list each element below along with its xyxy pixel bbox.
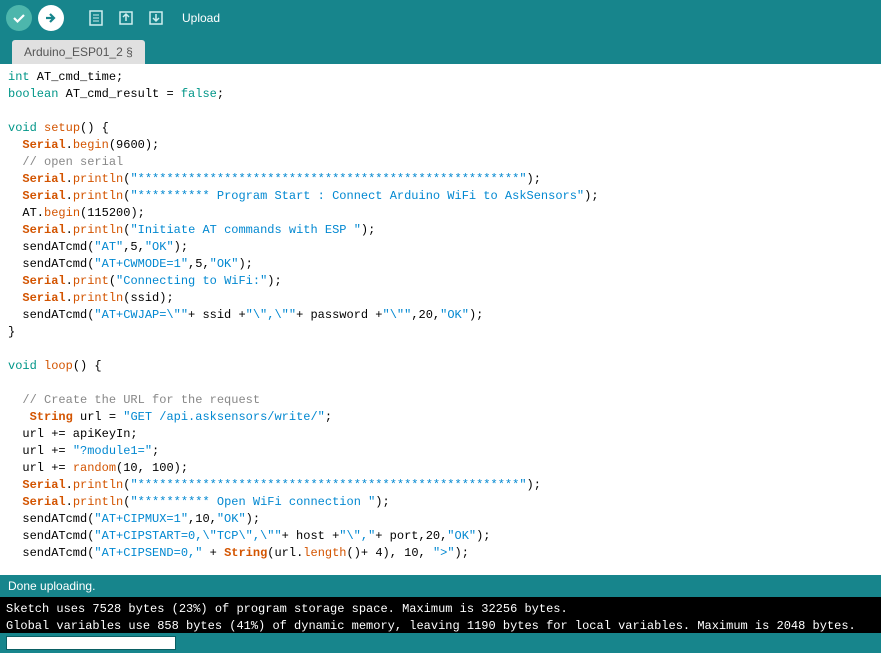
code-editor[interactable]: int AT_cmd_time; boolean AT_cmd_result =… (0, 64, 881, 575)
new-sketch-button[interactable] (84, 6, 108, 30)
upload-button[interactable] (38, 5, 64, 31)
verify-button[interactable] (6, 5, 32, 31)
status-bar: Done uploading. (0, 575, 881, 597)
save-sketch-button[interactable] (144, 6, 168, 30)
open-sketch-button[interactable] (114, 6, 138, 30)
toolbar-action-label: Upload (182, 11, 220, 25)
console-line-2: Global variables use 858 bytes (41%) of … (6, 619, 856, 633)
tab-sketch[interactable]: Arduino_ESP01_2 § (12, 40, 145, 64)
line-column-box[interactable] (6, 636, 176, 650)
tabs-bar: Arduino_ESP01_2 § (0, 36, 881, 64)
toolbar: Upload (0, 0, 881, 36)
footer-bar (0, 633, 881, 653)
console-output: Sketch uses 7528 bytes (23%) of program … (0, 597, 881, 633)
status-text: Done uploading. (8, 579, 95, 593)
console-line-1: Sketch uses 7528 bytes (23%) of program … (6, 602, 568, 616)
